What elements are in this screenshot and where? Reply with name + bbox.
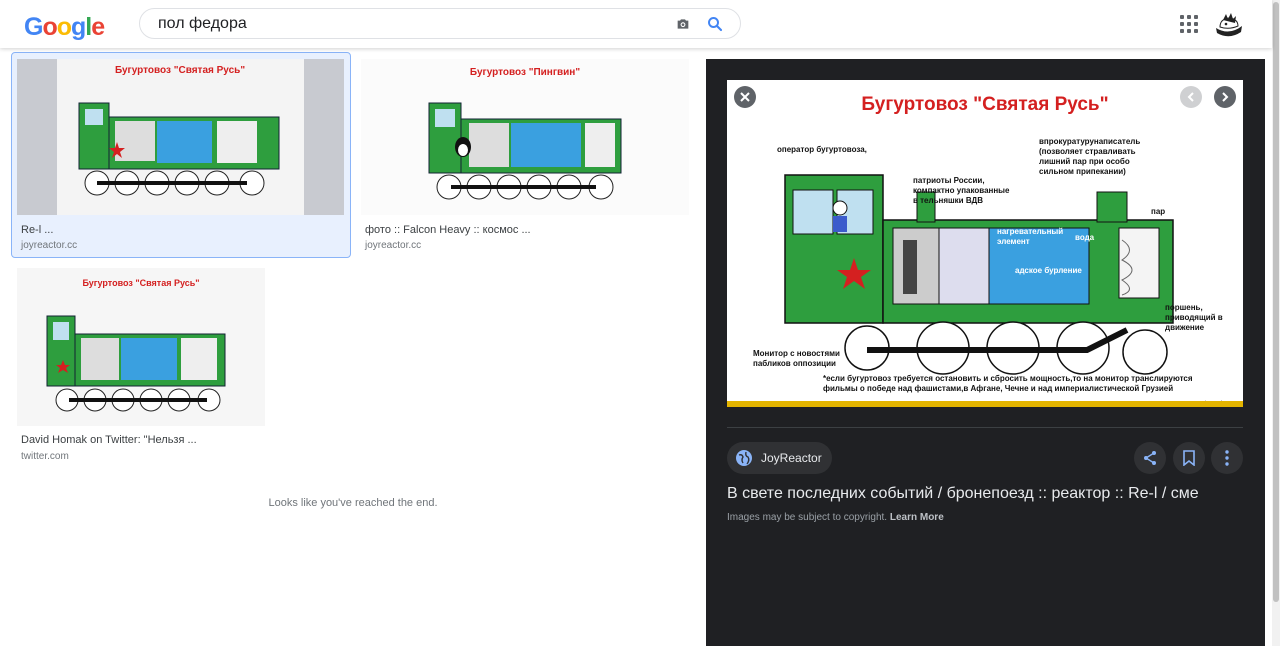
logo-letter: g (71, 13, 86, 41)
image-label: патриоты России, (913, 176, 985, 185)
result-source: joyreactor.cc (365, 240, 422, 251)
image-label: адское бурление (1015, 266, 1082, 275)
result-thumbnail[interactable]: Бугуртовоз "Святая Русь" (17, 59, 344, 215)
next-image-button[interactable] (1214, 86, 1236, 108)
image-label: поршень, (1165, 303, 1203, 312)
source-name: JoyReactor (761, 451, 822, 465)
image-label: лишний пар при особо (1039, 157, 1130, 166)
search-box (139, 8, 741, 39)
image-footnote: фильмы о победе над фашистами,в Афгане, … (823, 384, 1173, 393)
image-label: пар (1151, 207, 1165, 216)
image-heading: Бугуртовоз "Святая Русь" (82, 278, 199, 288)
google-logo[interactable]: Google (24, 12, 105, 42)
chevron-right-icon (1222, 92, 1229, 102)
train-cartoon-image: Бугуртовоз "Святая Русь" (17, 59, 344, 215)
more-options-button[interactable] (1211, 442, 1243, 474)
logo-letter: o (42, 13, 57, 41)
image-preview-panel: Бугуртовоз "Святая Русь" оператор бугурт… (706, 59, 1265, 646)
image-label: движение (1165, 323, 1205, 332)
learn-more-link[interactable]: Learn More (890, 512, 944, 523)
copyright-text: Images may be subject to copyright. (727, 512, 888, 523)
result-thumbnail[interactable]: Бугуртовоз "Пингвин" (361, 59, 689, 215)
logo-letter: o (56, 13, 72, 41)
end-of-results-message: Looks like you've reached the end. (268, 497, 438, 509)
share-button[interactable] (1134, 442, 1166, 474)
apps-grid-icon[interactable] (1180, 15, 1198, 33)
copyright-note: Images may be subject to copyright. Lear… (727, 512, 944, 523)
train-cartoon-image: Бугуртовоз "Святая Русь" (727, 80, 1243, 407)
image-label: пабликов оппозиции (753, 359, 836, 368)
train-cartoon-image: Бугуртовоз "Святая Русь" (17, 268, 265, 426)
scrollbar-thumb[interactable] (1273, 2, 1279, 602)
result-title[interactable]: Re-l ... (21, 224, 341, 236)
result-source: joyreactor.cc (21, 240, 78, 251)
search-icon[interactable] (706, 15, 724, 33)
chevron-left-icon (1187, 92, 1194, 102)
image-label: элемент (997, 237, 1030, 246)
image-heading: Бугуртовоз "Святая Русь" (861, 94, 1108, 115)
image-label: нагревательный (997, 227, 1063, 236)
image-footnote: *если бугуртовоз требуется остановить и … (823, 374, 1193, 383)
image-label: впрокуратурунаписатель (1039, 137, 1140, 146)
camera-icon[interactable] (675, 16, 691, 32)
globe-icon (736, 450, 752, 466)
logo-letter: e (91, 13, 105, 41)
more-vert-icon (1225, 450, 1229, 466)
image-label: приводящий в (1165, 313, 1223, 322)
top-bar: Google (0, 0, 1272, 48)
image-heading: Бугуртовоз "Пингвин" (470, 67, 580, 78)
image-label: (позволяет стравливать (1039, 147, 1136, 156)
image-label: в тельняшки ВДВ (913, 196, 983, 205)
image-label: компактно упакованные (913, 186, 1010, 195)
image-heading: Бугуртовоз "Святая Русь" (115, 65, 245, 76)
previous-image-button[interactable] (1180, 86, 1202, 108)
result-source: twitter.com (21, 451, 69, 462)
logo-letter: G (24, 13, 43, 41)
share-icon (1144, 451, 1156, 465)
preview-title[interactable]: В свете последних событий / бронепоезд :… (727, 485, 1243, 503)
close-icon (740, 92, 750, 102)
result-thumbnail[interactable]: Бугуртовоз "Святая Русь" (17, 268, 265, 426)
result-title[interactable]: фото :: Falcon Heavy :: космос ... (365, 224, 685, 236)
search-input[interactable] (158, 13, 658, 35)
bookmark-icon (1183, 450, 1195, 466)
save-button[interactable] (1173, 442, 1205, 474)
result-title[interactable]: David Homak on Twitter: "Нельзя ... (21, 434, 261, 446)
account-avatar[interactable] (1214, 10, 1244, 38)
source-chip[interactable]: JoyReactor (727, 442, 832, 474)
image-label: Монитор с новостями (753, 349, 840, 358)
image-label: оператор бугуртовоза, (777, 145, 867, 154)
image-label: сильном припекании) (1039, 167, 1126, 176)
image-label: вода (1075, 233, 1095, 242)
preview-image[interactable]: Бугуртовоз "Святая Русь" оператор бугурт… (727, 80, 1243, 407)
panel-divider (727, 427, 1243, 428)
train-cartoon-image: Бугуртовоз "Пингвин" (361, 59, 689, 215)
close-preview-button[interactable] (734, 86, 756, 108)
